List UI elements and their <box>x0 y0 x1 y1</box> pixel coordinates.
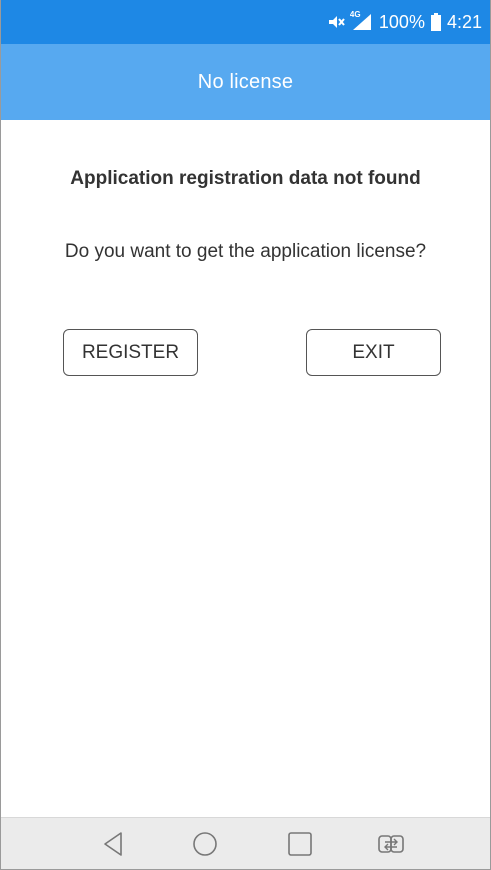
home-icon[interactable] <box>189 828 221 860</box>
clock: 4:21 <box>446 11 482 32</box>
license-dialog-content: Application registration data not found … <box>1 120 490 817</box>
network-type-label: 4G <box>349 10 361 19</box>
app-bar-title: No license <box>197 70 294 93</box>
phone-screen: 4G 100% 4:21 No license Application regi… <box>0 0 491 870</box>
exit-button[interactable]: EXIT <box>306 329 441 376</box>
signal-icon: 4G <box>349 10 373 31</box>
license-question: Do you want to get the application licen… <box>64 241 427 262</box>
back-icon[interactable] <box>97 828 129 860</box>
dual-window-icon[interactable] <box>375 828 407 860</box>
battery-icon <box>430 13 441 31</box>
register-button[interactable]: REGISTER <box>63 329 198 376</box>
app-bar: No license <box>1 44 490 120</box>
registration-heading: Application registration data not found <box>70 168 421 189</box>
battery-percent: 100% <box>378 11 425 32</box>
navigation-bar <box>1 817 490 869</box>
status-bar: 4G 100% 4:21 <box>1 0 490 44</box>
mute-icon <box>327 14 345 30</box>
recents-icon[interactable] <box>284 828 316 860</box>
